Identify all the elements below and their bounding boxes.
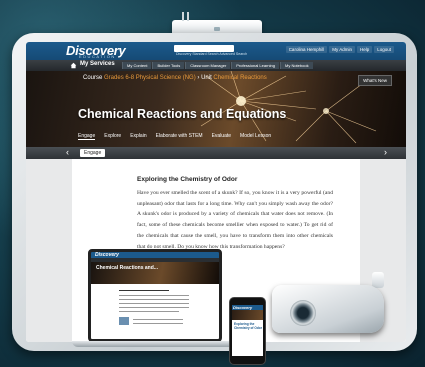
laptop-text-line (119, 303, 189, 304)
laptop-text-line (119, 295, 189, 296)
breadcrumb-unit[interactable]: Chemical Reactions (213, 75, 266, 81)
tab-explore[interactable]: Explore (104, 133, 121, 140)
phone-device: Discovery Exploring the Chemistry of Odo… (229, 297, 266, 365)
user-name-link[interactable]: Carolina Hemphill (285, 46, 328, 53)
laptop-text-line (133, 323, 183, 324)
breadcrumb: Course Grades 6-8 Physical Science (NG) … (83, 75, 267, 81)
breadcrumb-course[interactable]: Grades 6-8 Physical Science (NG) (104, 75, 196, 81)
article-paragraph: Have you ever smelled the scent of a sku… (137, 190, 333, 250)
antenna-left (182, 12, 184, 21)
tab-engage[interactable]: Engage (78, 133, 96, 140)
laptop-thumbnail (119, 317, 129, 325)
home-icon[interactable] (70, 62, 77, 69)
top-bar: Discovery EDUCATION Discovery Standard S… (26, 42, 406, 60)
menu-classroom-manager[interactable]: Classroom Manager (185, 62, 231, 69)
whats-new-button[interactable]: What's New (358, 75, 392, 86)
laptop-text-line (119, 311, 179, 312)
laptop-text-line (119, 290, 169, 291)
laptop-base (72, 341, 238, 347)
tab-model-lesson[interactable]: Model Lesson (240, 133, 271, 140)
chevron-left-icon[interactable]: ‹ (66, 148, 69, 157)
breadcrumb-course-label: Course (83, 75, 103, 81)
projector-icon (272, 285, 384, 333)
phone-hero (232, 310, 263, 320)
page-title: Chemical Reactions and Equations (78, 107, 287, 121)
laptop-device: Discovery Chemical Reactions and... (88, 249, 222, 342)
menu-builder-tools[interactable]: Builder Tools (152, 62, 185, 69)
left-gutter (26, 159, 72, 342)
section-pill-engage[interactable]: Engage (80, 149, 106, 157)
tab-explain[interactable]: Explain (130, 133, 146, 140)
laptop-text-line (119, 299, 189, 300)
laptop-title: Chemical Reactions and... (96, 265, 158, 271)
my-services-menu[interactable]: My Services (80, 61, 115, 67)
tab-evaluate[interactable]: Evaluate (212, 133, 231, 140)
nav-bar: My Services My Content Builder Tools Cla… (26, 60, 406, 71)
menu-my-content[interactable]: My Content (122, 62, 152, 69)
article-title: Exploring the Chemistry of Odor (137, 176, 238, 183)
antenna-right (187, 12, 189, 21)
search-input[interactable] (174, 45, 234, 52)
laptop-text-line (133, 319, 183, 320)
lesson-tabs: Engage Explore Explain Elaborate with ST… (78, 133, 271, 140)
hero-banner: Course Grades 6-8 Physical Science (NG) … (26, 71, 406, 147)
projector-mount (372, 272, 384, 288)
breadcrumb-separator: › (197, 75, 200, 81)
help-link[interactable]: Help (356, 46, 373, 53)
section-bar: ‹ Engage › (26, 147, 406, 159)
menu-professional-learning[interactable]: Professional Learning (231, 62, 279, 69)
my-admin-link[interactable]: My Admin (329, 46, 355, 53)
chevron-right-icon[interactable]: › (384, 148, 387, 157)
breadcrumb-unit-label: Unit (201, 75, 212, 81)
top-nav: Carolina Hemphill My Admin Help Logout (285, 46, 394, 53)
search-links[interactable]: Discovery Standard Search Advanced Searc… (176, 52, 247, 56)
phone-title: Exploring the Chemistry of Odor (234, 322, 262, 330)
main-menu: My Content Builder Tools Classroom Manag… (122, 62, 313, 69)
laptop-text-line (119, 307, 189, 308)
article-body: Have you ever smelled the scent of a sku… (137, 188, 333, 252)
tab-elaborate[interactable]: Elaborate with STEM (156, 133, 203, 140)
router-light (214, 27, 220, 31)
projector-lens (290, 300, 316, 326)
logout-link[interactable]: Logout (374, 46, 394, 53)
menu-my-notebook[interactable]: My Notebook (280, 62, 313, 69)
logo-subtitle: EDUCATION (79, 54, 116, 59)
laptop-body (91, 284, 219, 339)
